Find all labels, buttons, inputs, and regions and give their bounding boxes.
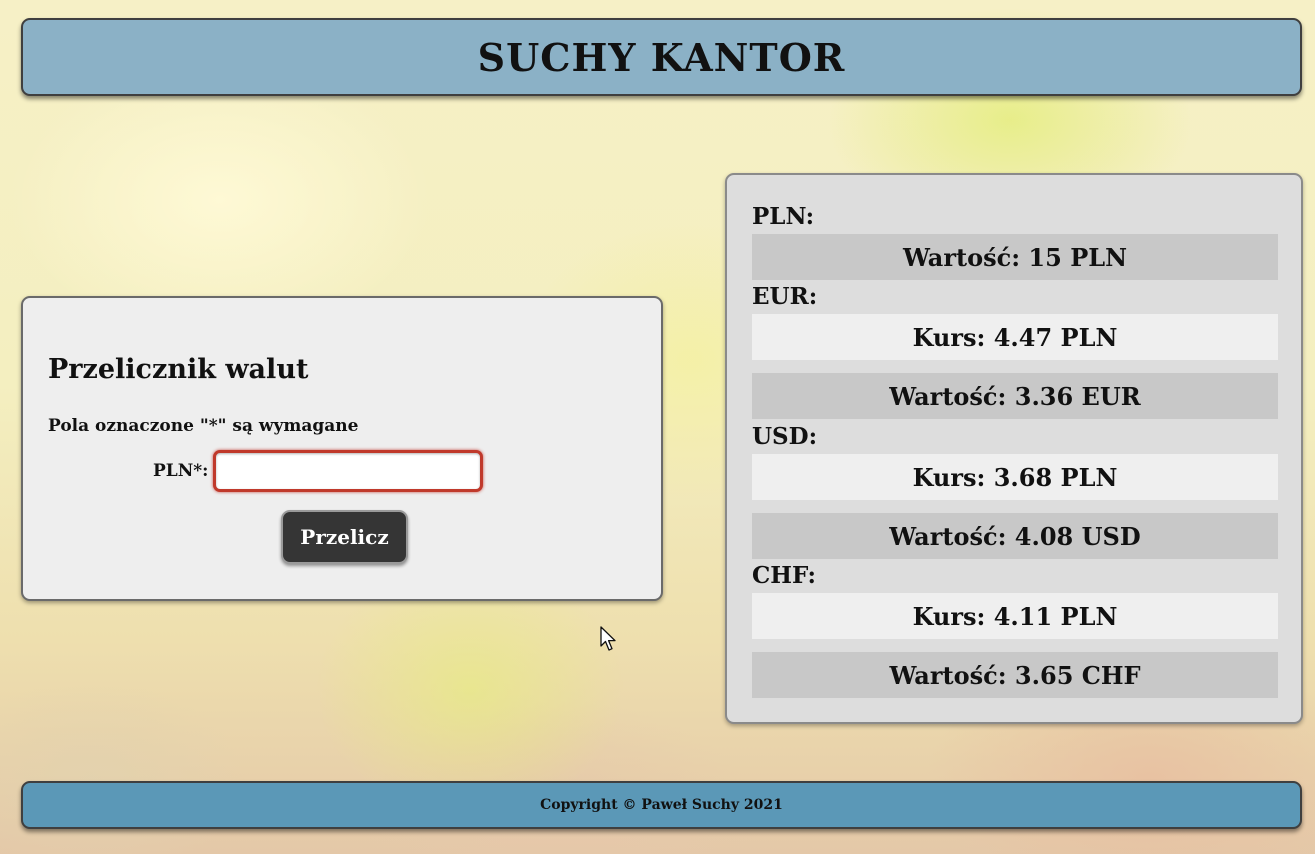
pln-field-label: PLN*: [153, 461, 209, 481]
required-fields-note: Pola oznaczone "*" są wymagane [48, 416, 359, 436]
mouse-pointer-icon [600, 626, 616, 651]
converter-title: Przelicznik walut [48, 354, 309, 385]
exchange-rates-panel: PLN: Wartość: 15 PLN EUR: Kurs: 4.47 PLN… [725, 173, 1303, 724]
usd-currency-label: USD: [752, 423, 818, 450]
pln-currency-label: PLN: [752, 203, 815, 230]
pln-value-box: Wartość: 15 PLN [752, 234, 1278, 280]
chf-currency-label: CHF: [752, 562, 817, 589]
convert-button[interactable]: Przelicz [281, 510, 408, 564]
usd-value-box: Wartość: 4.08 USD [752, 513, 1278, 559]
site-title: SUCHY KANTOR [477, 34, 846, 80]
eur-currency-label: EUR: [752, 283, 818, 310]
chf-rate-box: Kurs: 4.11 PLN [752, 593, 1278, 639]
eur-value-box: Wartość: 3.36 EUR [752, 373, 1278, 419]
currency-converter-panel: Przelicznik walut Pola oznaczone "*" są … [21, 296, 663, 601]
usd-rate-box: Kurs: 3.68 PLN [752, 454, 1278, 500]
site-footer: Copyright © Paweł Suchy 2021 [21, 781, 1302, 829]
copyright-text: Copyright © Paweł Suchy 2021 [540, 797, 783, 813]
eur-rate-box: Kurs: 4.47 PLN [752, 314, 1278, 360]
pln-field-row: PLN*: [153, 450, 484, 492]
pln-amount-input[interactable] [213, 450, 484, 492]
site-header: SUCHY KANTOR [21, 18, 1302, 96]
chf-value-box: Wartość: 3.65 CHF [752, 652, 1278, 698]
